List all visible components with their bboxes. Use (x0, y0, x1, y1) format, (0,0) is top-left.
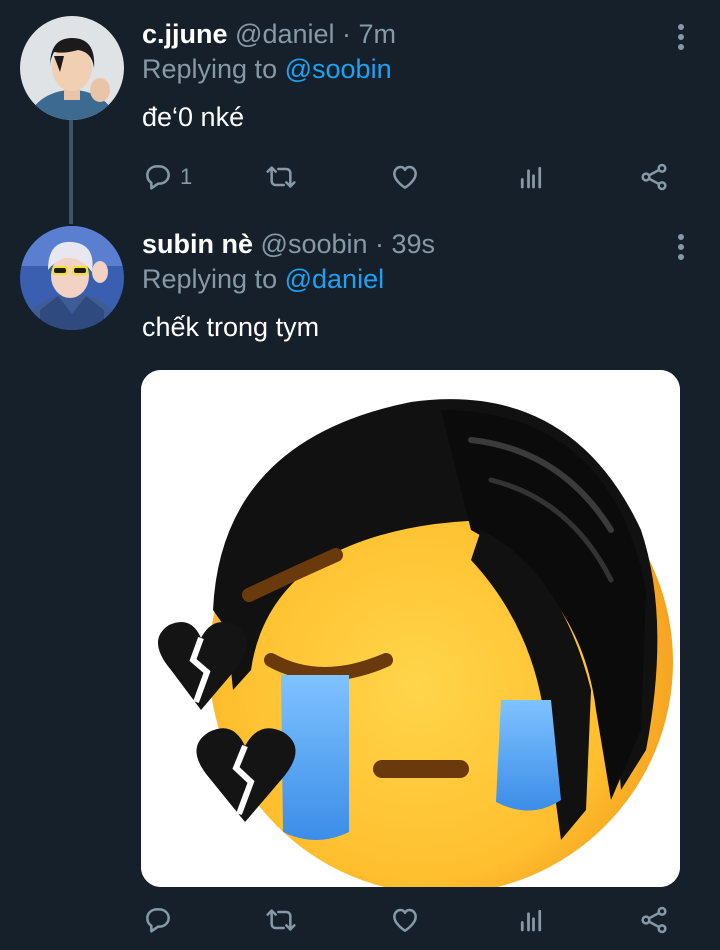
tweet-text: chếk trong tym (142, 312, 320, 342)
replying-to: Replying to @daniel (142, 264, 384, 295)
reply-count: 1 (180, 164, 193, 189)
tweet-actions: 1 (0, 157, 720, 197)
like-icon (393, 165, 417, 189)
tweet-media-image[interactable] (141, 370, 680, 887)
reply-icon (146, 165, 170, 190)
reply-button[interactable] (142, 900, 180, 940)
like-button[interactable] (388, 157, 422, 197)
reply-button[interactable]: 1 (142, 157, 192, 197)
retweet-button[interactable] (262, 157, 300, 197)
tweet-actions (0, 900, 720, 940)
replying-to-label: Replying to (142, 54, 278, 84)
replying-to-mention[interactable]: @daniel (285, 264, 384, 294)
analytics-icon (520, 166, 542, 189)
share-button[interactable] (638, 900, 670, 940)
user-handle[interactable]: @daniel (235, 19, 334, 49)
more-icon[interactable] (676, 234, 686, 260)
analytics-button[interactable] (516, 900, 546, 940)
retweet-icon (266, 166, 296, 188)
tweet-header: c.jjune @daniel · 7m (142, 17, 396, 51)
replying-to-label: Replying to (142, 264, 278, 294)
analytics-button[interactable] (516, 157, 546, 197)
analytics-icon (520, 909, 542, 932)
replying-to: Replying to @soobin (142, 54, 392, 85)
share-button[interactable] (638, 157, 670, 197)
crying-emoji-image (141, 370, 680, 887)
share-icon (641, 163, 667, 191)
tweet-text: đe‘0 nké (142, 102, 245, 132)
avatar[interactable] (20, 16, 124, 120)
tweet-time[interactable]: · 7m (342, 19, 396, 49)
tweet-time[interactable]: · 39s (375, 229, 435, 259)
reply-icon (146, 908, 170, 933)
replying-to-mention[interactable]: @soobin (285, 54, 392, 84)
like-button[interactable] (388, 900, 422, 940)
more-icon[interactable] (676, 24, 686, 50)
retweet-icon (266, 909, 296, 931)
avatar[interactable] (20, 226, 124, 330)
display-name[interactable]: c.jjune (142, 19, 228, 49)
user-handle[interactable]: @soobin (261, 229, 368, 259)
tweet-header: subin nè @soobin · 39s (142, 227, 435, 261)
like-icon (393, 908, 417, 932)
retweet-button[interactable] (262, 900, 300, 940)
display-name[interactable]: subin nè (142, 229, 253, 259)
share-icon (641, 906, 667, 934)
